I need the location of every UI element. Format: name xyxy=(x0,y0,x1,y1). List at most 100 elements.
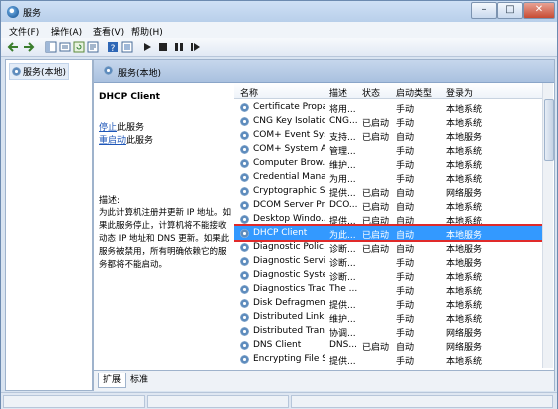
vertical-scrollbar[interactable] xyxy=(542,83,554,368)
service-name: DHCP Client xyxy=(253,228,308,238)
svg-text:?: ? xyxy=(111,44,116,53)
stop-service-icon[interactable] xyxy=(157,41,169,53)
minimize-button[interactable]: – xyxy=(471,2,497,19)
window-title: 服务 xyxy=(23,9,42,19)
service-row[interactable]: Encrypting File S... 提供... 手动 本地系统 xyxy=(234,352,542,367)
service-name: Diagnostic Polic... xyxy=(253,242,325,252)
service-row[interactable]: DNS Client DNS... 已启动 自动 网络服务 xyxy=(234,338,542,353)
service-gear-icon xyxy=(240,145,249,154)
service-row[interactable]: Diagnostic Polic... 诊断... 已启动 自动 本地服务 xyxy=(234,240,542,255)
tab-standard[interactable]: 标准 xyxy=(126,373,152,387)
service-row[interactable]: DHCP Client 为此... 已启动 自动 本地服务 xyxy=(234,224,542,242)
restart-service-icon[interactable] xyxy=(189,41,201,53)
refresh-icon[interactable] xyxy=(73,41,85,53)
view-tabs: 扩展 标准 xyxy=(94,370,554,391)
maximize-button[interactable]: □ xyxy=(497,2,523,19)
scrollbar-thumb[interactable] xyxy=(544,99,554,161)
service-description: CNG... xyxy=(329,116,357,126)
service-description-panel: DHCP Client 停止此服务 重启动此服务 描述: 为此计算机注册并更新 … xyxy=(94,83,232,368)
restart-service-suffix: 此服务 xyxy=(126,136,154,146)
close-button[interactable]: ✕ xyxy=(523,2,555,19)
service-gear-icon xyxy=(240,201,249,210)
pane-header: 服务(本地) xyxy=(94,60,554,83)
service-gear-icon xyxy=(240,103,249,112)
service-name: Distributed Link ... xyxy=(253,312,325,322)
service-row[interactable]: Distributed Tran...协调...手动网络服务 xyxy=(234,324,542,339)
title-bar[interactable]: 服务 – □ ✕ xyxy=(1,1,557,22)
service-name: Disk Defragmen... xyxy=(253,298,325,308)
tree-item-label: 服务(本地) xyxy=(23,68,67,78)
column-header-row: 名称 描述 状态 启动类型 登录为 xyxy=(234,83,542,99)
service-name: Cryptographic Se... xyxy=(253,186,325,196)
service-row[interactable]: Desktop Windo... 提供... 已启动 自动 本地系统 xyxy=(234,212,542,227)
tree-item-services-local[interactable]: 服务(本地) xyxy=(9,63,70,80)
service-row[interactable]: Disk Defragmen...提供...手动本地系统 xyxy=(234,296,542,311)
service-gear-icon xyxy=(240,215,249,224)
service-gear-icon xyxy=(240,173,249,182)
service-row[interactable]: Distributed Link ...维护...手动本地系统 xyxy=(234,310,542,325)
column-header-description[interactable]: 描述 xyxy=(329,86,347,99)
back-arrow-icon[interactable] xyxy=(7,41,19,53)
service-name: COM+ System A... xyxy=(253,144,325,154)
start-service-icon[interactable] xyxy=(141,41,153,53)
service-gear-icon xyxy=(240,229,249,238)
services-list: 名称 描述 状态 启动类型 登录为 Certificate Propa...将用… xyxy=(234,83,542,368)
service-name: COM+ Event Sys... xyxy=(253,130,325,140)
status-cell xyxy=(3,395,145,408)
service-gear-icon xyxy=(240,243,249,252)
menu-help[interactable]: 帮助(H) xyxy=(131,25,163,38)
restart-service-line: 重启动此服务 xyxy=(99,133,153,146)
selected-service-name: DHCP Client xyxy=(99,92,160,102)
pane-title: 服务(本地) xyxy=(118,69,162,79)
service-row[interactable]: Diagnostic Servi...诊断...手动本地服务 xyxy=(234,254,542,269)
service-row[interactable]: Credential Mana...为用...手动本地系统 xyxy=(234,170,542,185)
description-label: 描述: xyxy=(99,196,121,206)
properties-icon[interactable] xyxy=(59,41,71,53)
menu-view[interactable]: 查看(V) xyxy=(93,25,124,38)
service-row[interactable]: Diagnostic Syste...诊断...手动本地系统 xyxy=(234,268,542,283)
service-row[interactable]: DCOM Server Pr...DCO...已启动自动本地系统 xyxy=(234,198,542,213)
service-name: Diagnostics Trac... xyxy=(253,284,325,294)
service-description: DNS... xyxy=(329,340,357,350)
stop-service-link[interactable]: 停止 xyxy=(99,123,117,133)
service-gear-icon xyxy=(240,327,249,336)
restart-service-link[interactable]: 重启动 xyxy=(99,136,126,146)
stop-service-line: 停止此服务 xyxy=(99,120,144,133)
service-row[interactable]: COM+ Event Sys...支持...已启动自动本地服务 xyxy=(234,128,542,143)
view-icon[interactable] xyxy=(121,41,133,53)
description-text: 为此计算机注册并更新 IP 地址。如果此服务停止，计算机将不能接收动态 IP 地… xyxy=(99,208,232,270)
column-header-status[interactable]: 状态 xyxy=(362,86,380,99)
menu-action[interactable]: 操作(A) xyxy=(51,25,82,38)
console-tree: 服务(本地) xyxy=(5,59,93,391)
service-row[interactable]: Certificate Propa...将用...手动本地系统 xyxy=(234,100,542,115)
export-list-icon[interactable] xyxy=(87,41,99,53)
console-tree-icon[interactable] xyxy=(45,41,57,53)
column-header-startup-type[interactable]: 启动类型 xyxy=(396,86,432,99)
service-name: CNG Key Isolation xyxy=(253,116,325,126)
service-row[interactable]: COM+ System A...管理...手动本地系统 xyxy=(234,142,542,157)
service-row[interactable]: Computer Brow... 维护... 手动 本地系统 xyxy=(234,156,542,171)
service-gear-icon xyxy=(240,341,249,350)
service-log-on-as: 本地系统 xyxy=(446,357,483,367)
service-row[interactable]: CNG Key IsolationCNG...已启动手动本地系统 xyxy=(234,114,542,129)
forward-arrow-icon[interactable] xyxy=(23,41,35,53)
help-icon[interactable]: ? xyxy=(107,41,119,53)
status-cell xyxy=(291,395,553,408)
service-startup-type: 手动 xyxy=(396,357,415,367)
service-row[interactable]: Diagnostics Trac...The ...手动本地系统 xyxy=(234,282,542,297)
service-description: DCO... xyxy=(329,200,357,210)
service-description: 提供... xyxy=(329,357,356,367)
column-header-name[interactable]: 名称 xyxy=(240,86,258,99)
pause-service-icon[interactable] xyxy=(173,41,185,53)
services-window: 服务 – □ ✕ 文件(F) 操作(A) 查看(V) 帮助(H) ? 服务(本地… xyxy=(0,0,558,409)
tab-extended[interactable]: 扩展 xyxy=(98,373,127,388)
stop-service-suffix: 此服务 xyxy=(117,123,145,133)
service-name: Distributed Tran... xyxy=(253,326,325,336)
service-name: DCOM Server Pr... xyxy=(253,200,325,210)
menu-file[interactable]: 文件(F) xyxy=(9,25,39,38)
service-gear-icon xyxy=(240,159,249,168)
column-header-log-on-as[interactable]: 登录为 xyxy=(446,86,473,99)
service-name: Computer Brow... xyxy=(253,158,325,168)
service-name: DNS Client xyxy=(253,340,302,350)
service-row[interactable]: Cryptographic Se...提供...已启动自动网络服务 xyxy=(234,184,542,199)
